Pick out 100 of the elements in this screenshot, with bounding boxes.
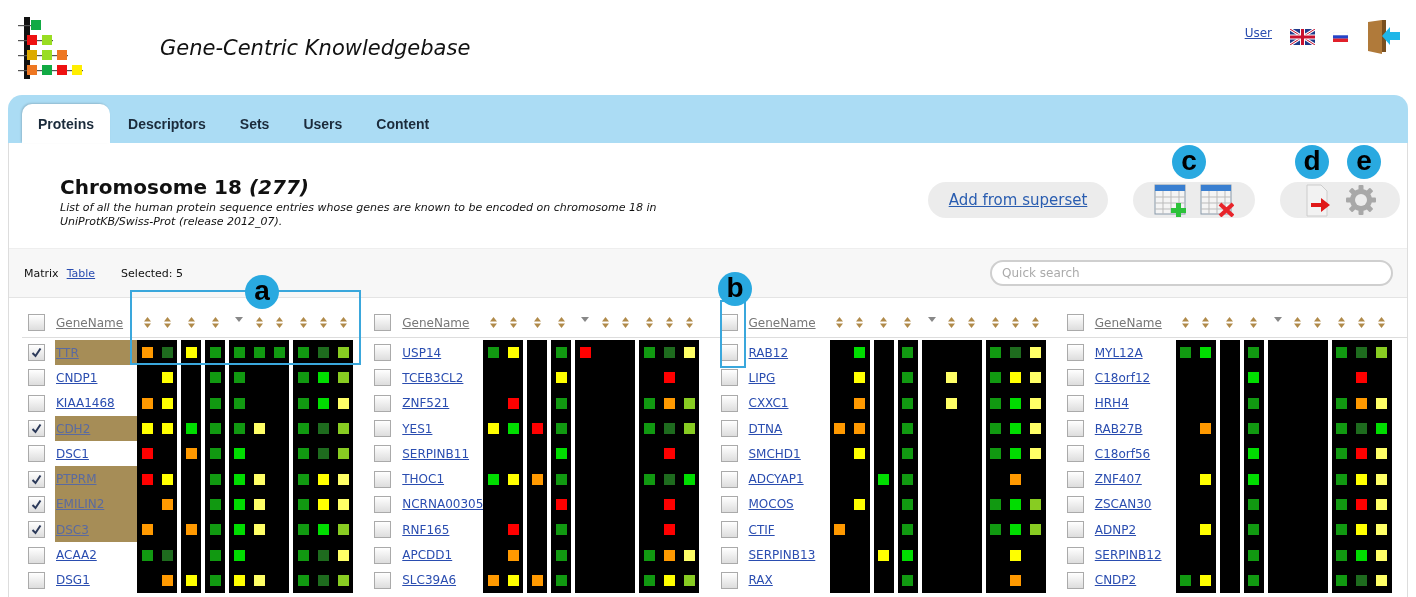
checkbox[interactable]: [1066, 420, 1084, 438]
checkbox[interactable]: [28, 546, 45, 564]
checkbox[interactable]: [28, 394, 45, 412]
checkbox[interactable]: [720, 470, 738, 488]
gene-link[interactable]: CTIF: [748, 522, 775, 537]
gene-link[interactable]: ZNF407: [1094, 472, 1142, 487]
checkbox[interactable]: [720, 495, 738, 513]
sort-icon[interactable]: [1314, 317, 1322, 328]
sort-icon[interactable]: [339, 317, 347, 328]
checkbox[interactable]: [1066, 495, 1084, 513]
checkbox[interactable]: [1066, 571, 1084, 589]
gene-link[interactable]: CNDP2: [1094, 573, 1137, 588]
checkbox[interactable]: [374, 546, 392, 564]
gene-link[interactable]: ACAA2: [56, 548, 97, 562]
sort-icon[interactable]: [1358, 317, 1366, 328]
checkbox[interactable]: [374, 571, 392, 589]
gene-link[interactable]: NCRNA00305: [402, 497, 484, 512]
sort-descending-icon[interactable]: [581, 317, 590, 322]
gene-link[interactable]: CNDP1: [56, 370, 98, 385]
gene-link[interactable]: RAB12: [748, 345, 789, 360]
uk-flag-icon[interactable]: [1290, 29, 1315, 45]
sort-icon[interactable]: [621, 317, 629, 328]
checkbox[interactable]: [1066, 521, 1084, 539]
gene-link[interactable]: ZSCAN30: [1094, 497, 1152, 512]
sort-icon[interactable]: [880, 317, 887, 328]
column-header-link[interactable]: GeneName: [748, 315, 816, 330]
checkbox[interactable]: [720, 369, 738, 387]
checkbox[interactable]: [28, 445, 45, 463]
checkbox[interactable]: [28, 420, 45, 438]
sort-icon[interactable]: [1032, 317, 1039, 328]
gene-link[interactable]: LIPG: [748, 370, 776, 385]
checkbox[interactable]: [374, 369, 392, 387]
sort-icon[interactable]: [836, 317, 843, 328]
checkbox[interactable]: [720, 521, 738, 539]
sort-icon[interactable]: [211, 317, 219, 328]
checkbox[interactable]: [374, 521, 392, 539]
sort-icon[interactable]: [557, 317, 565, 328]
tab[interactable]: Descriptors: [112, 104, 222, 143]
sort-icon[interactable]: [1378, 317, 1386, 328]
sort-icon[interactable]: [601, 317, 609, 328]
russian-flag-icon[interactable]: [1333, 32, 1348, 42]
sort-icon[interactable]: [856, 317, 863, 328]
gene-link[interactable]: MYL12A: [1094, 345, 1143, 360]
sort-descending-icon[interactable]: [1273, 317, 1282, 322]
remove-from-table-button[interactable]: [1200, 183, 1234, 217]
checkbox[interactable]: [720, 420, 738, 438]
checkbox[interactable]: [28, 344, 45, 362]
column-header-link[interactable]: GeneName: [1094, 315, 1162, 330]
gene-link[interactable]: SERPINB11: [402, 446, 470, 461]
gene-link[interactable]: DSG1: [56, 573, 90, 588]
sort-icon[interactable]: [489, 317, 497, 328]
gene-link[interactable]: RAB27B: [1094, 421, 1143, 436]
checkbox[interactable]: [720, 394, 738, 412]
checkbox[interactable]: [28, 314, 45, 331]
gene-link[interactable]: MOCOS: [748, 497, 794, 512]
checkbox[interactable]: [720, 571, 738, 589]
checkbox[interactable]: [720, 445, 738, 463]
checkbox[interactable]: [1066, 394, 1084, 412]
tab[interactable]: Content: [360, 104, 446, 143]
user-link[interactable]: User: [1244, 26, 1272, 40]
sort-icon[interactable]: [187, 317, 195, 328]
gene-link[interactable]: SLC39A6: [402, 573, 457, 588]
gene-link[interactable]: DSC1: [56, 446, 89, 461]
checkbox[interactable]: [28, 571, 45, 589]
sort-icon[interactable]: [1250, 317, 1258, 328]
sort-descending-icon[interactable]: [927, 317, 936, 322]
gene-link[interactable]: CXXC1: [748, 396, 789, 411]
checkbox[interactable]: [374, 420, 392, 438]
gene-link[interactable]: SMCHD1: [748, 446, 801, 461]
checkbox[interactable]: [1066, 314, 1084, 331]
gene-link[interactable]: ZNF521: [402, 396, 450, 411]
sort-icon[interactable]: [685, 317, 693, 328]
checkbox[interactable]: [374, 394, 392, 412]
checkbox[interactable]: [1066, 546, 1084, 564]
gene-link[interactable]: HRH4: [1094, 396, 1129, 411]
quick-search-field[interactable]: Quick search: [990, 260, 1393, 286]
checkbox[interactable]: [1066, 470, 1084, 488]
checkbox[interactable]: [28, 369, 45, 387]
settings-button[interactable]: [1345, 184, 1377, 216]
sort-icon[interactable]: [992, 317, 999, 328]
checkbox[interactable]: [1066, 369, 1084, 387]
gene-link[interactable]: RAX: [748, 573, 773, 588]
gene-link[interactable]: KIAA1468: [56, 396, 115, 411]
sort-icon[interactable]: [904, 317, 911, 328]
tab[interactable]: Proteins: [22, 104, 110, 143]
gene-link[interactable]: C18orf56: [1094, 446, 1151, 461]
gene-link[interactable]: DTNA: [748, 421, 783, 436]
sort-icon[interactable]: [163, 317, 171, 328]
gene-link[interactable]: TCEB3CL2: [402, 370, 464, 385]
view-mode-link[interactable]: Table: [66, 266, 96, 280]
sort-icon[interactable]: [1226, 317, 1234, 328]
add-to-table-button[interactable]: [1154, 183, 1188, 217]
sort-icon[interactable]: [509, 317, 517, 328]
tab[interactable]: Sets: [223, 104, 286, 143]
sort-icon[interactable]: [299, 317, 307, 328]
checkbox[interactable]: [374, 495, 392, 513]
column-header-link[interactable]: GeneName: [56, 315, 124, 330]
sort-icon[interactable]: [1182, 317, 1190, 328]
sort-icon[interactable]: [948, 317, 955, 328]
checkbox[interactable]: [28, 495, 45, 513]
